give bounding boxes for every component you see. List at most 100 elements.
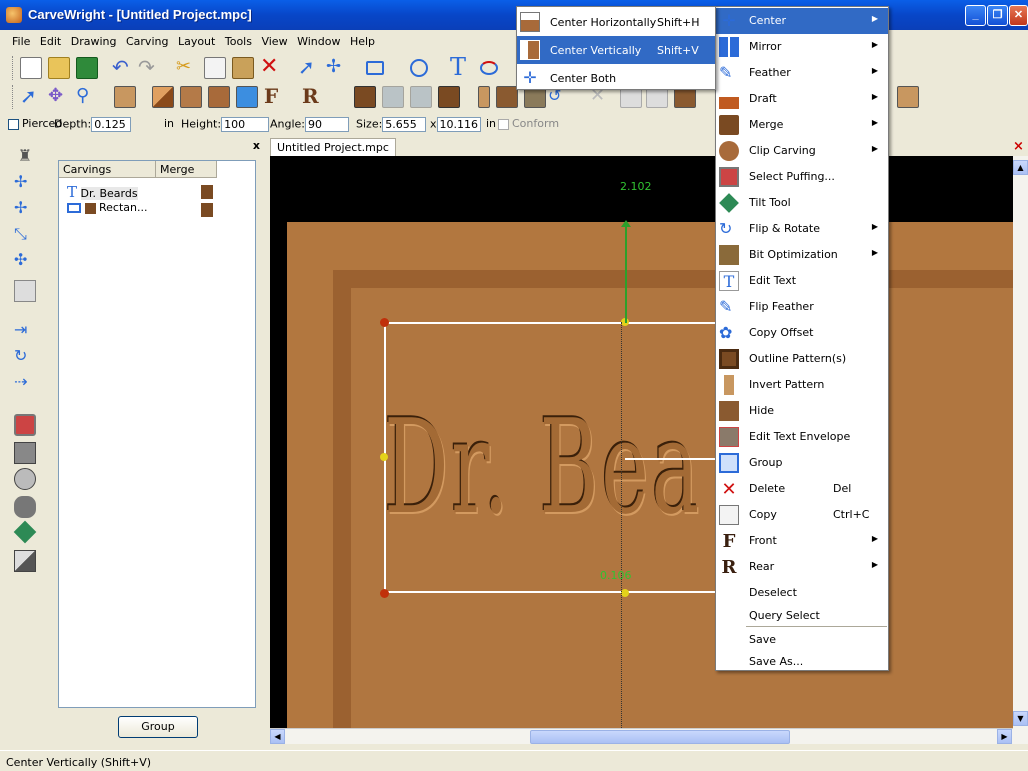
arc-point-icon[interactable]: ↻ <box>14 346 36 368</box>
corner-handle[interactable] <box>380 318 389 327</box>
curve-node-icon[interactable]: ✣ <box>14 250 36 272</box>
toolbar-grip[interactable] <box>12 56 15 80</box>
merge-column-header[interactable]: Merge <box>156 161 217 178</box>
menu-item-edit-text[interactable]: T Edit Text <box>716 268 888 294</box>
pierced-checkbox[interactable] <box>8 118 19 130</box>
pattern-disabled-icon[interactable] <box>410 86 432 108</box>
document-tab[interactable]: Untitled Project.mpc <box>270 138 396 156</box>
conform-checkbox[interactable] <box>498 118 509 130</box>
undo-icon[interactable]: ↶ <box>112 57 134 79</box>
join-icon[interactable]: ⇢ <box>14 372 36 394</box>
redo-icon[interactable]: ↷ <box>138 57 160 79</box>
menu-window[interactable]: Window <box>294 31 343 48</box>
pointer-icon[interactable]: ➚ <box>20 86 42 108</box>
arc-tool-icon[interactable] <box>480 61 498 75</box>
pin-icon[interactable]: ♜ <box>14 146 36 168</box>
new-file-icon[interactable] <box>20 57 42 79</box>
menu-item-save-as[interactable]: Save As... <box>716 649 888 671</box>
puffing-icon[interactable] <box>14 414 36 436</box>
zoom-icon[interactable]: ⚲ <box>76 86 98 108</box>
scroll-left-icon[interactable]: ◀ <box>270 729 285 744</box>
size-width-input[interactable]: 5.655 <box>382 117 427 132</box>
tilt-icon[interactable] <box>13 520 37 544</box>
rectangle-tool-icon[interactable] <box>366 61 384 75</box>
menu-item-feather[interactable]: ✎ Feather ▶ <box>716 60 888 86</box>
menu-item-invert-pattern[interactable]: Invert Pattern <box>716 372 888 398</box>
merge-icon[interactable] <box>201 203 213 217</box>
menu-file[interactable]: File <box>9 31 33 48</box>
delete-icon[interactable]: ✕ <box>260 56 282 79</box>
panel-close-icon[interactable]: x <box>253 139 260 152</box>
pattern-disabled-icon[interactable] <box>382 86 404 108</box>
menu-item-copy-offset[interactable]: ✿ Copy Offset <box>716 320 888 346</box>
side-handle[interactable] <box>621 589 629 597</box>
minimize-button[interactable]: _ <box>965 5 986 26</box>
angle-input[interactable]: 90 <box>305 117 350 132</box>
size-height-input[interactable]: 10.116 <box>436 117 481 132</box>
menu-layout[interactable]: Layout <box>175 31 218 48</box>
line-node-icon[interactable]: ⤡ <box>14 224 36 246</box>
group-button[interactable]: Group <box>118 716 198 738</box>
menu-item-copy[interactable]: Copy Ctrl+C <box>716 502 888 528</box>
submenu-item-center-both[interactable]: ✛ Center Both <box>517 64 715 92</box>
close-button[interactable]: ✕ <box>1009 5 1028 26</box>
height-input[interactable]: 100 <box>221 117 270 132</box>
snap-icon[interactable] <box>14 280 36 302</box>
ramp-icon[interactable] <box>14 550 36 572</box>
menu-drawing[interactable]: Drawing <box>68 31 120 48</box>
scroll-down-icon[interactable]: ▼ <box>1013 711 1028 726</box>
paste-icon[interactable] <box>232 57 254 79</box>
menu-item-center[interactable]: ✛ Center ▶ <box>716 8 888 34</box>
menu-item-flip-feather[interactable]: ✎ Flip Feather <box>716 294 888 320</box>
menu-item-edit-text-envelope[interactable]: Edit Text Envelope <box>716 424 888 450</box>
menu-item-bit-optimization[interactable]: Bit Optimization ▶ <box>716 242 888 268</box>
submenu-item-center-vertically[interactable]: Center Vertically Shift+V <box>517 36 715 64</box>
side-handle[interactable] <box>380 453 388 461</box>
select-arrow-icon[interactable]: ➚ <box>298 57 320 79</box>
carvings-column-header[interactable]: Carvings <box>59 161 156 178</box>
menu-item-save[interactable]: Save <box>716 627 888 649</box>
horizontal-scrollbar[interactable]: ◀ ▶ <box>270 728 1013 744</box>
scroll-thumb[interactable] <box>530 730 790 744</box>
menu-item-clip-carving[interactable]: Clip Carving ▶ <box>716 138 888 164</box>
tree-item[interactable]: Rectan... <box>67 201 147 214</box>
cut-icon[interactable]: ✂ <box>176 57 198 79</box>
vertical-scrollbar[interactable]: ▲ ▼ <box>1013 156 1028 744</box>
columns-icon[interactable] <box>14 442 36 464</box>
scroll-right-icon[interactable]: ▶ <box>997 729 1012 744</box>
scroll-up-icon[interactable]: ▲ <box>1013 160 1028 175</box>
bevel-icon[interactable] <box>152 86 174 108</box>
tree-item[interactable]: T Dr. Beards <box>67 183 138 201</box>
menu-carving[interactable]: Carving <box>123 31 171 48</box>
menu-item-deselect[interactable]: Deselect <box>716 580 888 602</box>
add-node-icon[interactable]: ✢ <box>14 172 36 194</box>
stone-icon[interactable] <box>14 496 36 518</box>
pan-icon[interactable]: ✥ <box>48 86 70 108</box>
menu-item-hide[interactable]: Hide <box>716 398 888 424</box>
menu-item-select-puffing[interactable]: Select Puffing... <box>716 164 888 190</box>
menu-edit[interactable]: Edit <box>37 31 64 48</box>
restore-button[interactable]: ❐ <box>987 5 1008 26</box>
texture-icon[interactable] <box>180 86 202 108</box>
menu-tools[interactable]: Tools <box>222 31 255 48</box>
menu-item-query-select[interactable]: Query Select <box>716 603 888 625</box>
node-tool-icon[interactable]: ✢ <box>326 57 348 79</box>
rear-text-icon[interactable]: R <box>302 86 324 108</box>
menu-item-outline-pattern[interactable]: Outline Pattern(s) <box>716 346 888 372</box>
submenu-item-center-horizontally[interactable]: Center Horizontally Shift+H <box>517 8 715 36</box>
menu-item-flip-rotate[interactable]: ↻ Flip & Rotate ▶ <box>716 216 888 242</box>
remove-node-icon[interactable]: ✢ <box>14 198 36 220</box>
insert-point-icon[interactable]: ⇥ <box>14 320 36 342</box>
depth-input[interactable]: 0.125 <box>91 117 132 132</box>
design-canvas[interactable]: Dr. Bea 2.102 0.106 <box>270 156 1013 728</box>
menu-item-tilt-tool[interactable]: Tilt Tool <box>716 190 888 216</box>
pattern-icon[interactable] <box>438 86 460 108</box>
copy-icon[interactable] <box>204 57 226 79</box>
menu-item-merge[interactable]: Merge ▶ <box>716 112 888 138</box>
outline-pattern-icon[interactable] <box>354 86 376 108</box>
menu-item-delete[interactable]: ✕ Delete Del <box>716 476 888 502</box>
open-folder-icon[interactable] <box>48 57 70 79</box>
menu-view[interactable]: View <box>258 31 290 48</box>
ring-icon[interactable] <box>14 468 36 490</box>
toolbar-grip[interactable] <box>12 85 15 109</box>
